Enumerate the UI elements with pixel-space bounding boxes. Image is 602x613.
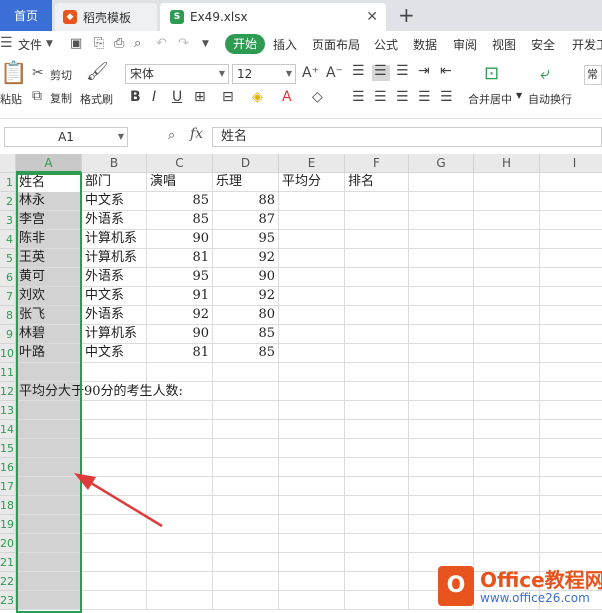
office-logo-icon: O [438, 566, 474, 606]
watermark: O Office教程网 www.office26.com [438, 560, 602, 613]
arrow-shaft [85, 478, 163, 528]
watermark-title: Office教程网 [480, 568, 602, 592]
annotation-arrow [74, 473, 163, 528]
arrow-head [74, 473, 96, 490]
watermark-url: www.office26.com [480, 591, 590, 605]
